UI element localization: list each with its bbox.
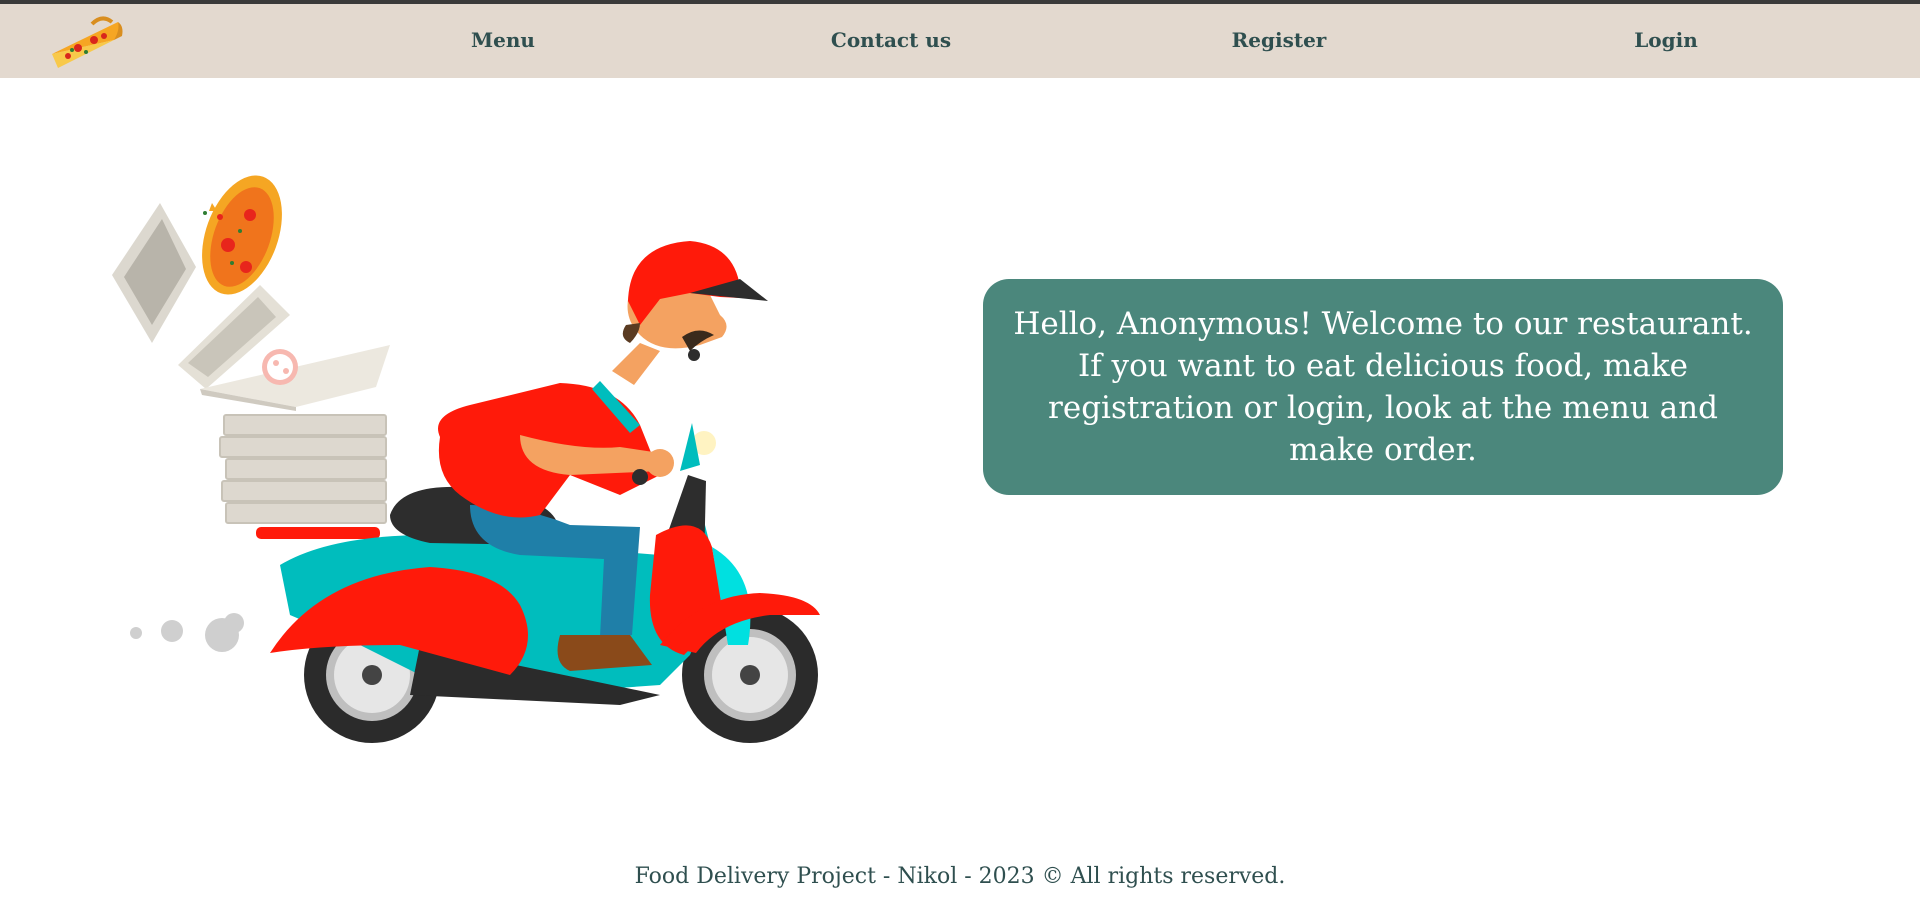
nav-register-link[interactable]: Register bbox=[1232, 28, 1327, 52]
footer-copyright: Food Delivery Project - Nikol - 2023 © A… bbox=[634, 864, 1286, 889]
nav-contact-link[interactable]: Contact us bbox=[831, 28, 951, 52]
welcome-card: Hello, Anonymous! Welcome to our restaur… bbox=[983, 279, 1783, 495]
nav-menu-link[interactable]: Menu bbox=[471, 28, 535, 52]
nav-login-link[interactable]: Login bbox=[1634, 28, 1698, 52]
navbar: Menu Contact us Register Login bbox=[0, 4, 1920, 78]
delivery-scooter-illustration bbox=[112, 175, 820, 743]
pizza-logo-icon[interactable] bbox=[48, 12, 124, 74]
welcome-message: Hello, Anonymous! Welcome to our restaur… bbox=[1013, 306, 1753, 468]
